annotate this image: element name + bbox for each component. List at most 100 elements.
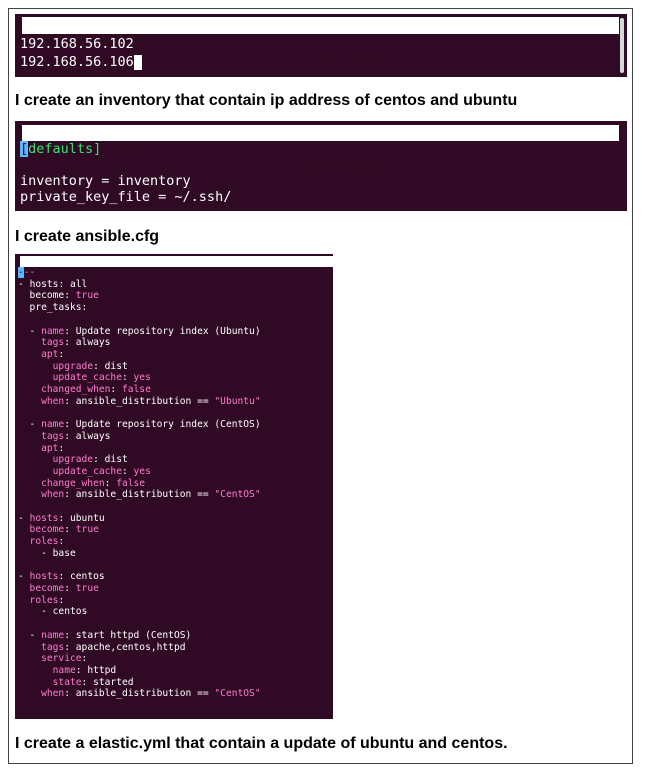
config-section-line: [defaults] (20, 141, 231, 157)
nano-file-name: ansible.cfg (299, 157, 389, 173)
yaml-token: : ansible_distribution == (64, 688, 215, 700)
yaml-token: : httpd (75, 664, 117, 676)
yaml-token: roles (18, 594, 59, 606)
yaml-token: false (121, 384, 151, 396)
yaml-token: when (18, 395, 65, 407)
inventory-line-2-text: 192.168.56.106 (20, 54, 134, 70)
config-section-name: defaults] (28, 141, 102, 157)
yaml-token: : (81, 302, 88, 314)
yaml-line (18, 618, 261, 630)
yaml-line: - hosts: all (18, 279, 261, 291)
yaml-token: : (121, 465, 134, 477)
yaml-token: : (64, 524, 76, 536)
yaml-token: hosts (29, 278, 59, 290)
yaml-line: when: ansible_distribution == "CentOS" (18, 489, 261, 501)
yaml-token: tags (18, 337, 65, 349)
yaml-token: hosts (29, 571, 59, 583)
yaml-token: hosts (29, 512, 59, 524)
yaml-line: - hosts: ubuntu (18, 513, 261, 525)
caption-elastic-yml: I create a elastic.yml that contain a up… (15, 735, 508, 752)
yaml-token: name (41, 629, 65, 641)
yaml-token: : start httpd (CentOS) (64, 629, 192, 641)
yaml-token: tags (18, 430, 65, 442)
editor-text-area[interactable]: --- - hosts: all become: true pre_tasks:… (18, 267, 261, 700)
yaml-token: : (110, 384, 122, 396)
caption-inventory: I create an inventory that contain ip ad… (15, 92, 518, 109)
yaml-token: apt (18, 348, 59, 360)
yaml-token: upgrade (18, 454, 94, 466)
yaml-line: when: ansible_distribution == "CentOS" (18, 688, 261, 700)
yaml-token: : (64, 290, 76, 302)
yaml-token: - centos (18, 606, 88, 618)
yaml-token: : (58, 536, 65, 548)
yaml-line: change_when: false (18, 478, 261, 490)
yaml-line (18, 407, 261, 419)
yaml-token: when (18, 688, 65, 700)
yaml-token: become (18, 290, 65, 302)
yaml-token: update_cache (18, 372, 122, 384)
yaml-token: name (41, 419, 65, 431)
yaml-line: state: started (18, 677, 261, 689)
yaml-line: roles: (18, 536, 261, 548)
yaml-line: pre_tasks: (18, 302, 261, 314)
yaml-token: "Ubuntu" (214, 395, 261, 407)
yaml-token: true (75, 524, 99, 536)
yaml-line (18, 560, 261, 572)
yaml-token: become (18, 524, 65, 536)
yaml-line: - name: Update repository index (CentOS) (18, 419, 261, 431)
yaml-token: tags (18, 641, 65, 653)
yaml-token: : always (64, 430, 111, 442)
yaml-token: - (18, 629, 42, 641)
inventory-line-1: 192.168.56.102 (20, 36, 134, 52)
nano-title-bar: GNU nano 6.2 inventory (22, 17, 619, 67)
yaml-line: apt: (18, 443, 261, 455)
yaml-token: pre_tasks (18, 302, 82, 314)
editor-text-area[interactable]: [defaults] inventory = inventory private… (20, 141, 231, 205)
yaml-token: : apache,centos,httpd (64, 641, 186, 653)
scrollbar[interactable] (620, 18, 624, 73)
yaml-token: : (58, 442, 65, 454)
yaml-token: - (18, 571, 30, 583)
nano-title-bar: GNU nano 6.2 (20, 256, 333, 278)
yaml-line: - centos (18, 606, 261, 618)
yaml-line: tags: apache,centos,httpd (18, 642, 261, 654)
yaml-line: - name: start httpd (CentOS) (18, 630, 261, 642)
yaml-token: true (75, 582, 99, 594)
editor-text-area[interactable]: 192.168.56.102 192.168.56.106 (20, 35, 142, 71)
yaml-token: name (18, 664, 76, 676)
yaml-line: - name: Update repository index (Ubuntu) (18, 326, 261, 338)
yaml-line: name: httpd (18, 665, 261, 677)
yaml-token: false (116, 477, 146, 489)
yaml-token: : all (58, 278, 88, 290)
yaml-line: service: (18, 653, 261, 665)
config-inventory-line: inventory = inventory (20, 173, 191, 189)
yaml-token: upgrade (18, 360, 94, 372)
yaml-token: : ubuntu (58, 512, 105, 524)
yaml-token: : dist (93, 360, 128, 372)
yaml-token: when (18, 489, 65, 501)
yaml-token: : (64, 582, 76, 594)
yaml-token: - (18, 278, 30, 290)
yaml-token: become (18, 582, 65, 594)
yaml-token: update_cache (18, 465, 122, 477)
yaml-token: apt (18, 442, 59, 454)
nano-ansible-cfg-window: GNU nano 6.2 ansible.cfg [defaults] inve… (15, 121, 627, 211)
text-cursor (133, 55, 142, 70)
yaml-token: : (81, 653, 88, 665)
yaml-token: - base (18, 547, 76, 559)
yaml-token: yes (133, 372, 151, 384)
yaml-line: apt: (18, 349, 261, 361)
yaml-token: - (18, 512, 30, 524)
yaml-token: - (18, 325, 42, 337)
yaml-token: yes (133, 465, 151, 477)
yaml-token: : (121, 372, 134, 384)
yaml-line: update_cache: yes (18, 466, 261, 478)
nano-title-bar: GNU nano 6.2 ansible.cfg (22, 125, 619, 173)
yaml-token: true (75, 290, 99, 302)
yaml-token: : started (81, 676, 134, 688)
yaml-token: : centos (58, 571, 105, 583)
yaml-token: roles (18, 536, 59, 548)
nano-file-name: inventory (304, 51, 378, 67)
yaml-doc-start: --- (18, 267, 261, 279)
